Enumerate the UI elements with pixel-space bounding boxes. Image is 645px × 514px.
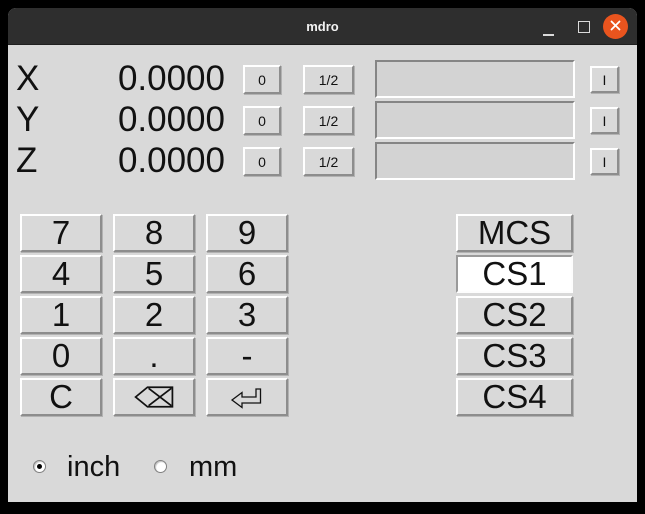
key-4[interactable]: 4 — [20, 255, 102, 293]
mcs-button[interactable]: MCS — [456, 214, 573, 252]
maximize-button[interactable] — [578, 21, 590, 33]
key-2[interactable]: 2 — [113, 296, 195, 334]
key-0[interactable]: 0 — [20, 337, 102, 375]
key-7[interactable]: 7 — [20, 214, 102, 252]
units-row: inch mm — [8, 447, 637, 488]
axis-x-value: 0.0000 — [8, 58, 225, 99]
cs2-button[interactable]: CS2 — [456, 296, 573, 334]
axis-y-zero-button[interactable]: 0 — [243, 106, 281, 135]
key-6[interactable]: 6 — [206, 255, 288, 293]
window-title: mdro — [8, 8, 637, 45]
axis-y-entry[interactable] — [375, 101, 575, 139]
cs4-button[interactable]: CS4 — [456, 378, 573, 416]
axis-y-half-button[interactable]: 1/2 — [303, 106, 354, 135]
numeric-keypad: 7 8 9 4 5 6 1 2 3 0 . - C — [20, 214, 288, 416]
axis-x-set-button[interactable]: I — [590, 66, 619, 93]
key-enter[interactable] — [206, 378, 288, 416]
axis-z-zero-button[interactable]: 0 — [243, 147, 281, 176]
cs3-button[interactable]: CS3 — [456, 337, 573, 375]
minimize-button[interactable] — [543, 34, 554, 36]
axis-row-z: Z 0.0000 0 1/2 I — [8, 140, 637, 181]
key-backspace[interactable] — [113, 378, 195, 416]
key-decimal[interactable]: . — [113, 337, 195, 375]
axis-z-half-button[interactable]: 1/2 — [303, 147, 354, 176]
key-8[interactable]: 8 — [113, 214, 195, 252]
mm-radio[interactable] — [154, 460, 167, 473]
axis-y-value: 0.0000 — [8, 99, 225, 140]
axis-row-y: Y 0.0000 0 1/2 I — [8, 99, 637, 140]
key-minus[interactable]: - — [206, 337, 288, 375]
close-icon — [610, 18, 621, 36]
titlebar[interactable]: mdro — [8, 8, 637, 45]
screen-frame: mdro X 0.0000 0 1/2 I Y 0.0000 — [0, 0, 645, 514]
app-window: mdro X 0.0000 0 1/2 I Y 0.0000 — [8, 8, 637, 502]
key-3[interactable]: 3 — [206, 296, 288, 334]
mm-label: mm — [189, 447, 237, 488]
axis-x-entry[interactable] — [375, 60, 575, 98]
key-1[interactable]: 1 — [20, 296, 102, 334]
axis-z-entry[interactable] — [375, 142, 575, 180]
axis-x-zero-button[interactable]: 0 — [243, 65, 281, 94]
key-9[interactable]: 9 — [206, 214, 288, 252]
inch-radio[interactable] — [33, 460, 46, 473]
backspace-icon — [132, 384, 176, 410]
axis-y-set-button[interactable]: I — [590, 107, 619, 134]
key-clear[interactable]: C — [20, 378, 102, 416]
key-5[interactable]: 5 — [113, 255, 195, 293]
close-button[interactable] — [603, 14, 628, 39]
axis-z-value: 0.0000 — [8, 140, 225, 181]
axis-x-half-button[interactable]: 1/2 — [303, 65, 354, 94]
coordinate-system-column: MCS CS1 CS2 CS3 CS4 — [456, 214, 573, 416]
axis-z-set-button[interactable]: I — [590, 148, 619, 175]
cs1-button[interactable]: CS1 — [456, 255, 573, 293]
main-content: X 0.0000 0 1/2 I Y 0.0000 0 1/2 I Z 0.00… — [8, 45, 637, 502]
enter-icon — [229, 385, 265, 409]
inch-label: inch — [67, 447, 120, 488]
axis-row-x: X 0.0000 0 1/2 I — [8, 58, 637, 99]
